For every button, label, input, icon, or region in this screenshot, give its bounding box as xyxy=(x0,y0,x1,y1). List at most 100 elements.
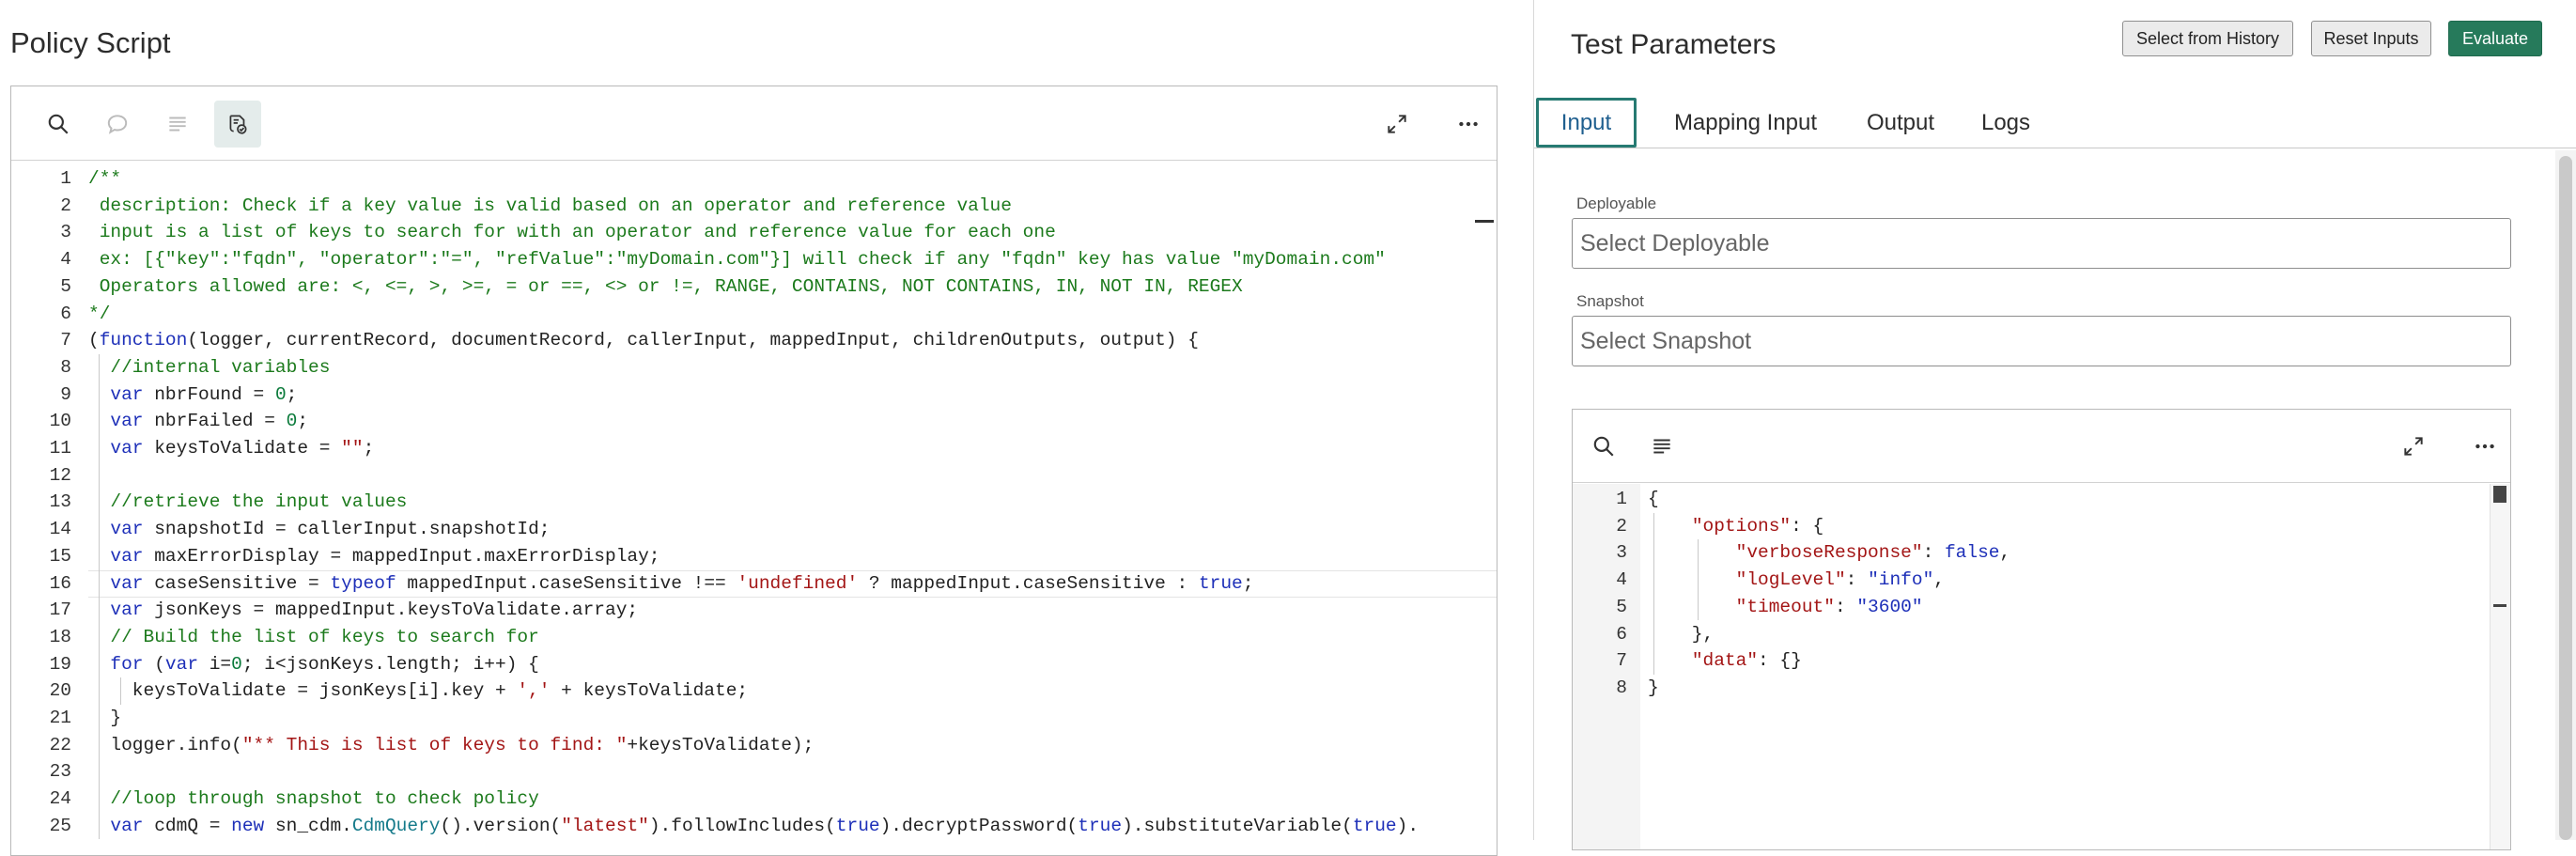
tab-mapping-input[interactable]: Mapping Input xyxy=(1656,98,1835,148)
code-line: var nbrFailed = 0; xyxy=(110,411,309,432)
code-line: var maxErrorDisplay = mappedInput.maxErr… xyxy=(110,545,660,567)
json-line: "options": { xyxy=(1691,515,1824,537)
line-number: 15 xyxy=(49,545,71,567)
code-line: logger.info("** This is list of keys to … xyxy=(88,734,815,755)
indent-guide xyxy=(99,353,100,840)
line-number: 4 xyxy=(1616,569,1627,591)
code-line: var snapshotId = callerInput.snapshotId; xyxy=(110,519,551,540)
json-editor-toolbar xyxy=(1573,410,2510,483)
code-line: input is a list of keys to search for wi… xyxy=(88,222,1056,243)
line-number: 7 xyxy=(1616,650,1627,672)
line-number: 2 xyxy=(1616,515,1627,537)
code-line: ex: [{"key":"fqdn", "operator":"=", "ref… xyxy=(88,249,1386,271)
line-number: 20 xyxy=(49,680,71,702)
policy-script-panel: Policy Script 1 2 3 4 5 6 7 8 9 10 11 12 13 14 15 16 17 1… xyxy=(0,0,1533,856)
test-parameters-panel: Test Parameters Select from History Rese… xyxy=(1534,0,2576,850)
json-line: }, xyxy=(1648,623,1715,645)
json-input-editor[interactable]: 1 2 3 4 5 6 7 8 { "options": { "verboseResponse… xyxy=(1572,409,2511,850)
code-line: //retrieve the input values xyxy=(110,491,408,513)
expand-icon[interactable] xyxy=(1373,101,1420,148)
json-line: "timeout": "3600" xyxy=(1735,596,1923,617)
line-number: 3 xyxy=(1616,542,1627,564)
line-number: 5 xyxy=(1616,596,1627,617)
expand-icon[interactable] xyxy=(2390,423,2437,470)
json-line: "verboseResponse": false, xyxy=(1735,542,2011,564)
indent-guide xyxy=(1653,512,1654,675)
line-number: 14 xyxy=(49,519,71,540)
indent-guide xyxy=(1698,539,1699,621)
line-number: 10 xyxy=(49,411,71,432)
script-check-icon[interactable] xyxy=(214,101,261,148)
line-number: 6 xyxy=(1616,623,1627,645)
line-number: 25 xyxy=(49,815,71,836)
deployable-field[interactable]: Select Deployable xyxy=(1572,218,2511,269)
line-number: 7 xyxy=(60,330,71,351)
line-number: 1 xyxy=(1616,489,1627,509)
editor-toolbar xyxy=(11,86,1497,161)
snapshot-field[interactable]: Select Snapshot xyxy=(1572,316,2511,366)
more-icon[interactable] xyxy=(1445,101,1492,148)
line-number: 18 xyxy=(49,626,71,647)
search-icon[interactable] xyxy=(35,101,82,148)
json-line-number-gutter: 1 2 3 4 5 6 7 8 xyxy=(1573,484,1640,849)
line-number: 4 xyxy=(60,249,71,271)
line-number: 11 xyxy=(49,438,71,459)
tab-logs[interactable]: Logs xyxy=(1968,98,2043,148)
scroll-marker xyxy=(2493,604,2506,607)
code-line: // Build the list of keys to search for xyxy=(110,626,539,647)
deployable-label: Deployable xyxy=(1576,195,1657,212)
json-code-area[interactable]: { "options": { "verboseResponse": false,… xyxy=(1648,484,2488,849)
code-line: (function(logger, currentRecord, documen… xyxy=(88,330,1199,351)
scroll-marker xyxy=(2493,486,2506,503)
json-line: "logLevel": "info", xyxy=(1735,569,1945,591)
snapshot-label: Snapshot xyxy=(1576,292,1644,310)
code-editor[interactable]: 1 2 3 4 5 6 7 8 9 10 11 12 13 14 15 16 17 18 19 20 21 22 23 24 2… xyxy=(10,86,1497,856)
panel-title: Test Parameters xyxy=(1571,29,1777,60)
code-line: } xyxy=(88,708,122,728)
line-number: 21 xyxy=(49,708,71,728)
line-number: 19 xyxy=(49,653,71,675)
code-line: description: Check if a key value is val… xyxy=(88,195,1012,216)
code-line: var jsonKeys = mappedInput.keysToValidat… xyxy=(110,599,639,621)
line-number: 23 xyxy=(49,761,71,783)
reset-inputs-button[interactable]: Reset Inputs xyxy=(2311,21,2431,56)
tab-output[interactable]: Output xyxy=(1849,98,1952,148)
line-number: 17 xyxy=(49,599,71,621)
evaluate-button[interactable]: Evaluate xyxy=(2448,21,2542,56)
line-number: 1 xyxy=(60,168,71,189)
tab-input[interactable]: Input xyxy=(1536,98,1637,148)
json-line: "data": {} xyxy=(1691,650,1802,672)
code-area[interactable]: /** description: Check if a key value is… xyxy=(88,162,1497,855)
format-icon[interactable] xyxy=(1638,423,1685,470)
line-number: 24 xyxy=(49,788,71,810)
line-number: 9 xyxy=(60,383,71,405)
code-line: */ xyxy=(88,303,111,324)
page-title: Policy Script xyxy=(10,26,171,59)
scrollbar-thumb[interactable] xyxy=(2559,156,2572,840)
json-scrollbar[interactable] xyxy=(2490,484,2510,849)
select-from-history-button[interactable]: Select from History xyxy=(2122,21,2293,56)
scroll-marker xyxy=(1475,220,1494,223)
line-number: 16 xyxy=(49,572,71,594)
line-number: 8 xyxy=(1616,677,1627,698)
panel-scrollbar[interactable] xyxy=(2555,150,2576,840)
comment-icon[interactable] xyxy=(94,101,141,148)
line-number: 22 xyxy=(49,734,71,755)
code-line: var cdmQ = new sn_cdm.CdmQuery().version… xyxy=(110,815,1420,836)
line-number: 5 xyxy=(60,275,71,297)
line-number: 8 xyxy=(60,356,71,378)
code-line: //loop through snapshot to check policy xyxy=(110,788,539,810)
code-line: for (var i=0; i<jsonKeys.length; i++) { xyxy=(110,653,539,675)
code-line: Operators allowed are: <, <=, >, >=, = o… xyxy=(88,275,1243,297)
more-icon[interactable] xyxy=(2461,423,2508,470)
format-icon[interactable] xyxy=(154,101,201,148)
code-line: var caseSensitive = typeof mappedInput.c… xyxy=(110,572,1254,594)
json-line: { xyxy=(1648,489,1659,509)
line-number: 3 xyxy=(60,222,71,243)
code-line: var nbrFound = 0; xyxy=(110,383,298,405)
line-number: 12 xyxy=(49,464,71,486)
search-icon[interactable] xyxy=(1580,423,1627,470)
code-line: var keysToValidate = ""; xyxy=(110,438,375,459)
tab-bar: Input Mapping Input Output Logs xyxy=(1534,98,2576,148)
code-line: keysToValidate = jsonKeys[i].key + ',' +… xyxy=(88,680,749,702)
